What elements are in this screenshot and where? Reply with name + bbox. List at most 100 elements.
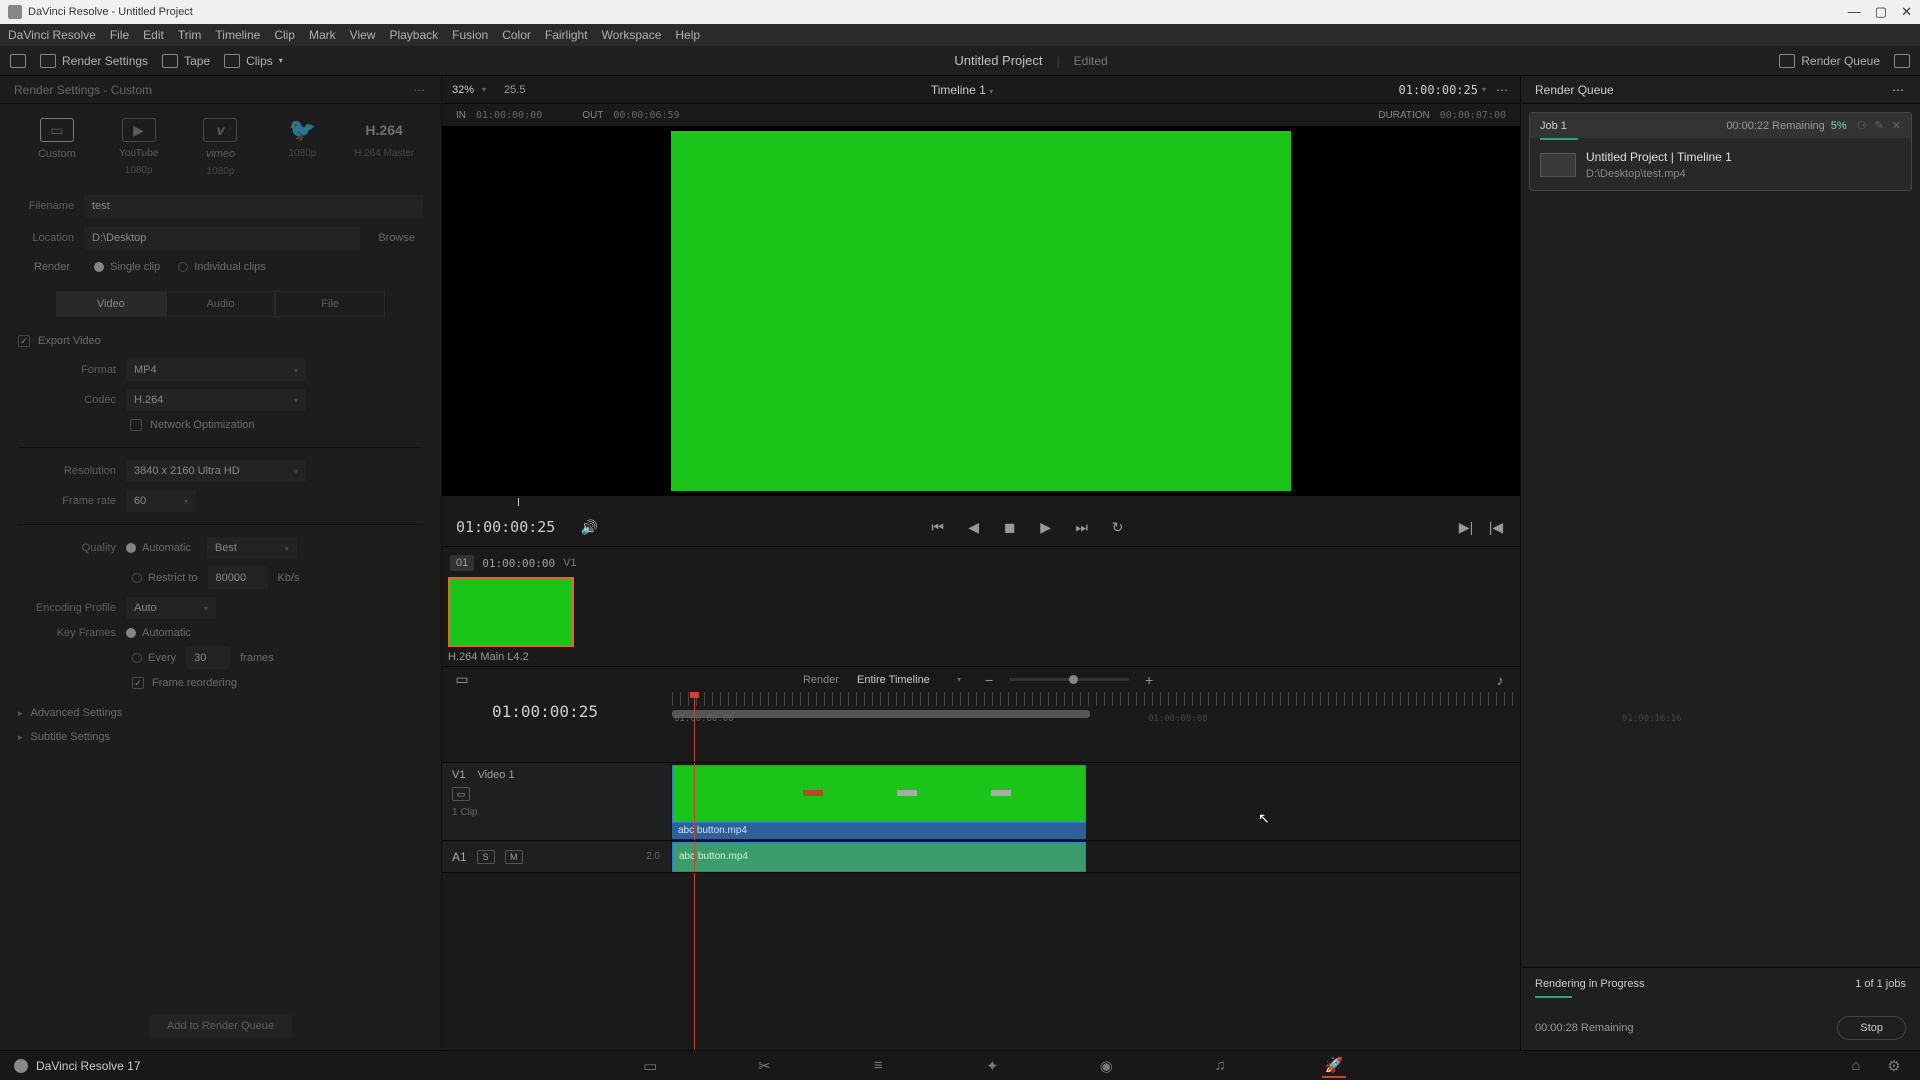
job-delete-icon[interactable]: ✕	[1892, 119, 1901, 132]
viewer-canvas[interactable]	[442, 126, 1520, 496]
menu-help[interactable]: Help	[675, 28, 700, 42]
timeline-options-icon[interactable]: ▭	[452, 670, 472, 690]
timeline-name[interactable]: Timeline 1 ▾	[525, 83, 1398, 97]
menu-workspace[interactable]: Workspace	[602, 28, 662, 42]
fairlight-page-button[interactable]: ♫	[1208, 1054, 1232, 1078]
job-network-icon[interactable]: ⚆	[1857, 119, 1867, 132]
clip-thumbnail[interactable]	[448, 577, 574, 647]
stop-render-button[interactable]: Stop	[1837, 1016, 1906, 1040]
zoom-select[interactable]: 32%▾ 25.5	[452, 84, 525, 96]
queue-menu-icon[interactable]: ⋯	[1892, 83, 1906, 97]
go-end-button[interactable]: ⏭	[1072, 517, 1092, 537]
project-settings-button[interactable]: ⚙	[1882, 1054, 1906, 1078]
menu-edit[interactable]: Edit	[143, 28, 164, 42]
color-page-button[interactable]: ◉	[1094, 1054, 1118, 1078]
close-button[interactable]: ✕	[1901, 4, 1912, 20]
menu-playback[interactable]: Playback	[389, 28, 438, 42]
zoom-in-button[interactable]: +	[1139, 670, 1159, 690]
menu-timeline[interactable]: Timeline	[215, 28, 260, 42]
expand-button[interactable]	[1894, 54, 1910, 68]
go-start-button[interactable]: ⏮	[928, 517, 948, 537]
menu-file[interactable]: File	[110, 28, 129, 42]
keyframes-auto-radio[interactable]: Automatic	[126, 627, 191, 639]
menu-mark[interactable]: Mark	[309, 28, 336, 42]
filename-input[interactable]	[84, 195, 423, 217]
codec-select[interactable]: H.264▾	[126, 389, 306, 411]
zoom-out-button[interactable]: −	[979, 670, 999, 690]
menu-fusion[interactable]: Fusion	[452, 28, 488, 42]
timeline-ruler[interactable]: 01:00:08:08 01:00:16:16 01:00:00:00	[670, 692, 1520, 730]
every-input[interactable]	[186, 647, 230, 669]
format-select[interactable]: MP4▾	[126, 359, 306, 381]
step-back-button[interactable]: ◀	[964, 517, 984, 537]
panel-menu-icon[interactable]: ⋯	[413, 83, 427, 97]
v1-enable-toggle[interactable]: ▭	[452, 787, 470, 801]
cut-page-button[interactable]: ✂	[752, 1054, 776, 1078]
individual-clips-radio[interactable]: Individual clips	[178, 261, 266, 273]
ruler-range[interactable]	[672, 710, 1090, 718]
reorder-checkbox[interactable]: ✓	[132, 677, 144, 689]
deliver-page-button[interactable]: 🚀	[1322, 1054, 1346, 1078]
render-queue-tab[interactable]: Render Queue	[1779, 54, 1880, 68]
volume-icon[interactable]: 🔊	[579, 517, 599, 537]
play-button[interactable]: ▶	[1036, 517, 1056, 537]
single-clip-radio[interactable]: Single clip	[94, 261, 160, 273]
render-settings-tab[interactable]: Render Settings	[40, 54, 148, 68]
subtitle-settings-toggle[interactable]: ▸ Subtitle Settings	[0, 729, 441, 753]
menu-clip[interactable]: Clip	[274, 28, 295, 42]
encprof-select[interactable]: Auto▾	[126, 597, 216, 619]
job-edit-icon[interactable]: ✎	[1875, 119, 1884, 132]
job-card[interactable]: Job 1 00:00:22 Remaining 5% ⚆ ✎ ✕ Untitl…	[1529, 112, 1912, 191]
maximize-button[interactable]: ▢	[1875, 4, 1887, 20]
menu-davinci[interactable]: DaVinci Resolve	[8, 28, 96, 42]
add-to-queue-button[interactable]: Add to Render Queue	[149, 1014, 292, 1038]
viewer-scrubber[interactable]	[442, 498, 1520, 506]
home-button[interactable]: ⌂	[1844, 1054, 1868, 1078]
a1-mute-toggle[interactable]: M	[505, 850, 523, 864]
edit-page-button[interactable]: ≡	[866, 1054, 890, 1078]
clips-tab[interactable]: Clips ▾	[224, 54, 283, 68]
viewer-menu-icon[interactable]: ⋯	[1496, 83, 1510, 97]
minimize-button[interactable]: —	[1848, 4, 1861, 20]
framerate-select[interactable]: 60▾	[126, 490, 196, 512]
audio-clip[interactable]: abc button.mp4	[672, 842, 1086, 872]
preset-custom[interactable]: ▭ Custom	[16, 118, 98, 177]
quality-best-select[interactable]: Best▾	[207, 537, 297, 559]
resolve-logo-icon[interactable]	[14, 1059, 28, 1073]
fusion-page-button[interactable]: ✦	[980, 1054, 1004, 1078]
menu-color[interactable]: Color	[502, 28, 531, 42]
media-page-button[interactable]: ▭	[638, 1054, 662, 1078]
preset-h264[interactable]: H.264 H.264 Master	[343, 118, 425, 177]
a1-track-header[interactable]: A1 S M 2.0	[442, 841, 670, 872]
viewer-timecode[interactable]: 01:00:00:25	[1399, 83, 1478, 97]
ruler-playhead[interactable]	[694, 692, 695, 730]
video-clip[interactable]	[672, 765, 1086, 823]
next-clip-button[interactable]: ▶|	[1456, 517, 1476, 537]
menu-trim[interactable]: Trim	[178, 28, 202, 42]
prev-clip-button[interactable]: |◀	[1486, 517, 1506, 537]
a1-solo-toggle[interactable]: S	[477, 850, 495, 864]
tab-video[interactable]: Video	[56, 291, 166, 317]
restrict-radio[interactable]: Restrict to	[132, 572, 198, 584]
scrub-playhead[interactable]	[518, 498, 519, 506]
restrict-input[interactable]	[208, 567, 268, 589]
deliver-page-icon[interactable]	[10, 54, 26, 68]
export-video-checkbox[interactable]: ✓	[18, 335, 30, 347]
preset-twitter[interactable]: 🐦 1080p	[261, 118, 343, 177]
advanced-settings-toggle[interactable]: ▸ Advanced Settings	[0, 697, 441, 729]
resolution-select[interactable]: 3840 x 2160 Ultra HD▾	[126, 460, 306, 482]
tab-file[interactable]: File	[275, 291, 385, 317]
menu-view[interactable]: View	[350, 28, 376, 42]
menu-fairlight[interactable]: Fairlight	[545, 28, 588, 42]
quality-auto-radio[interactable]: Automatic	[126, 542, 191, 554]
render-scope-select[interactable]: Entire Timeline▾	[849, 669, 969, 691]
audio-meter-icon[interactable]: ♪	[1490, 670, 1510, 690]
netopt-checkbox[interactable]	[130, 419, 142, 431]
preset-vimeo[interactable]: v vimeo 1080p	[180, 118, 262, 177]
loop-button[interactable]: ↻	[1108, 517, 1128, 537]
preset-youtube[interactable]: ▶ YouTube 1080p	[98, 118, 180, 177]
keyframes-every-radio[interactable]: Every	[132, 652, 176, 664]
location-input[interactable]	[84, 227, 360, 249]
tab-audio[interactable]: Audio	[166, 291, 276, 317]
zoom-slider[interactable]	[1009, 678, 1129, 681]
